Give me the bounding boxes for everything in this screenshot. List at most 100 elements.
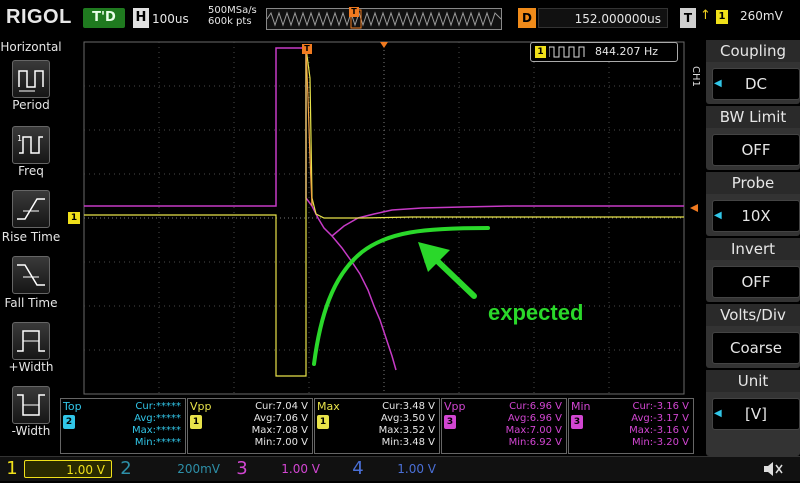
memory-position-strip[interactable] [266, 8, 502, 30]
period-icon [18, 70, 44, 92]
ch4-number[interactable]: 4 [348, 457, 368, 481]
measure-min: Min:-3.20 V [631, 437, 689, 448]
measure-name: Vpp [190, 400, 212, 413]
measure-min: Min:***** [134, 437, 181, 448]
measurement-min-ch3[interactable]: Min 3 Cur:-3.16 V Avg:-3.17 V Max:-3.16 … [568, 398, 694, 454]
square-wave-icon [549, 46, 585, 58]
invert-softkey[interactable]: Invert OFF [706, 238, 800, 302]
rise-time-icon [17, 198, 45, 220]
measurement-vpp-ch1[interactable]: Vpp 1 Cur:7.04 V Avg:7.06 V Max:7.08 V M… [187, 398, 313, 454]
delay-value[interactable]: 152.000000us [538, 8, 668, 28]
measure-max: Max:-3.16 V [629, 425, 689, 436]
positive-width-button[interactable] [12, 322, 50, 360]
trigger-position-marker: T [349, 6, 359, 17]
menu-title: Horizontal [0, 40, 62, 54]
expected-annotation-text: expected [488, 300, 584, 325]
math-trace-tail [331, 205, 684, 237]
freq-source-badge: 1 [535, 46, 546, 58]
measure-max: Max:3.52 V [378, 425, 435, 436]
unit-value: [V] [712, 398, 800, 430]
fall-time-icon [17, 264, 45, 286]
timebase-value[interactable]: 100us [152, 9, 204, 29]
memory-depth: 600k pts [208, 16, 252, 27]
coupling-softkey[interactable]: Coupling DC ◀ [706, 40, 800, 104]
ch2-number[interactable]: 2 [116, 457, 136, 481]
measurement-vpp-ch3[interactable]: Vpp 3 Cur:6.96 V Avg:6.96 V Max:7.00 V M… [441, 398, 567, 454]
waveform-display[interactable]: 1 T 1 844.207 Hz expected [62, 38, 700, 396]
speaker-icon [764, 462, 783, 476]
coupling-value: DC [712, 68, 800, 100]
source-badge: 2 [63, 415, 75, 429]
volts-div-title: Volts/Div [706, 304, 800, 326]
speaker-muted-icon[interactable] [762, 459, 784, 483]
unit-softkey[interactable]: Unit [V] ◀ [706, 370, 800, 456]
rise-time-label: Rise Time [1, 230, 61, 244]
probe-value: 10X [712, 200, 800, 232]
measure-cur: Cur:3.48 V [382, 401, 435, 412]
horizontal-label: H [133, 8, 149, 28]
channel-settings-menu: Coupling DC ◀ BW Limit OFF Probe 10X ◀ I… [702, 38, 800, 456]
measurement-top-ch2[interactable]: Top 2 Cur:***** Avg:***** Max:***** Min:… [60, 398, 186, 454]
ch1-offset-marker[interactable]: 1 [68, 212, 80, 224]
measure-name: Min [571, 400, 591, 413]
measurement-max-ch1[interactable]: Max 1 Cur:3.48 V Avg:3.50 V Max:3.52 V M… [314, 398, 440, 454]
measure-name: Top [63, 400, 82, 413]
probe-softkey[interactable]: Probe 10X ◀ [706, 172, 800, 236]
fall-time-label: Fall Time [4, 296, 58, 310]
negative-width-button[interactable] [12, 386, 50, 424]
measure-menu: Horizontal Period 1 Freq Rise Time Fall … [0, 38, 62, 458]
ch3-scale[interactable]: 1.00 V [254, 460, 326, 478]
run-state-badge[interactable]: T'D [83, 8, 125, 28]
source-badge: 3 [571, 415, 583, 429]
period-button[interactable] [12, 60, 50, 98]
measure-min: Min:6.92 V [508, 437, 562, 448]
measure-cur: Cur:-3.16 V [632, 401, 689, 412]
measure-min: Min:3.48 V [381, 437, 435, 448]
measure-cur: Cur:7.04 V [255, 401, 308, 412]
measure-avg: Avg:6.96 V [507, 413, 562, 424]
trigger-source-badge: 1 [716, 10, 728, 24]
measure-avg: Avg:-3.17 V [631, 413, 689, 424]
annotation-arrow-icon [418, 242, 477, 299]
sample-rate: 500MSa/s [208, 5, 257, 16]
top-status-bar: RIGOL T'D H 100us 500MSa/s 600k pts T D … [0, 0, 800, 38]
negative-width-label: -Width [11, 424, 51, 438]
delay-label: D [518, 8, 536, 28]
ch4-scale[interactable]: 1.00 V [370, 460, 442, 478]
measure-cur: Cur:***** [135, 401, 181, 412]
freq-button[interactable]: 1 [12, 126, 50, 164]
bw-limit-softkey[interactable]: BW Limit OFF [706, 106, 800, 170]
rise-time-button[interactable] [12, 190, 50, 228]
measure-min: Min:7.00 V [254, 437, 308, 448]
period-label: Period [12, 98, 50, 112]
trigger-label: T [680, 8, 696, 28]
ch1-scale[interactable]: 1.00 V [24, 460, 112, 478]
trigger-level-icon [690, 204, 698, 212]
ch1-number[interactable]: 1 [2, 457, 22, 481]
select-arrow-icon: ◀ [714, 408, 722, 419]
channel-menu-tag: CH1 [690, 66, 701, 87]
unit-title: Unit [706, 370, 800, 392]
fall-time-button[interactable] [12, 256, 50, 294]
select-arrow-icon: ◀ [714, 78, 722, 89]
ch3-number[interactable]: 3 [232, 457, 252, 481]
negative-width-icon [17, 394, 45, 416]
source-badge: 3 [444, 415, 456, 429]
math-trace [84, 47, 397, 371]
measure-max: Max:***** [131, 425, 181, 436]
measure-max: Max:7.00 V [505, 425, 562, 436]
trigger-level-value[interactable]: 260mV [740, 9, 783, 23]
channel-status-bar: 1 1.00 V 2 200mV 3 1.00 V 4 1.00 V [0, 456, 800, 481]
invert-title: Invert [706, 238, 800, 260]
waveform-grid [83, 41, 698, 395]
volts-div-softkey[interactable]: Volts/Div Coarse [706, 304, 800, 368]
ch2-scale[interactable]: 200mV [138, 460, 226, 478]
frequency-counter[interactable]: 1 844.207 Hz [530, 42, 678, 62]
source-badge: 1 [317, 415, 329, 429]
rising-edge-icon: ↑ [700, 8, 711, 23]
memory-waveform-icon [266, 9, 502, 29]
trigger-marker: T [302, 44, 312, 54]
frequency-value: 844.207 Hz [595, 45, 659, 58]
positive-width-label: +Width [8, 360, 54, 374]
select-arrow-icon: ◀ [714, 210, 722, 221]
